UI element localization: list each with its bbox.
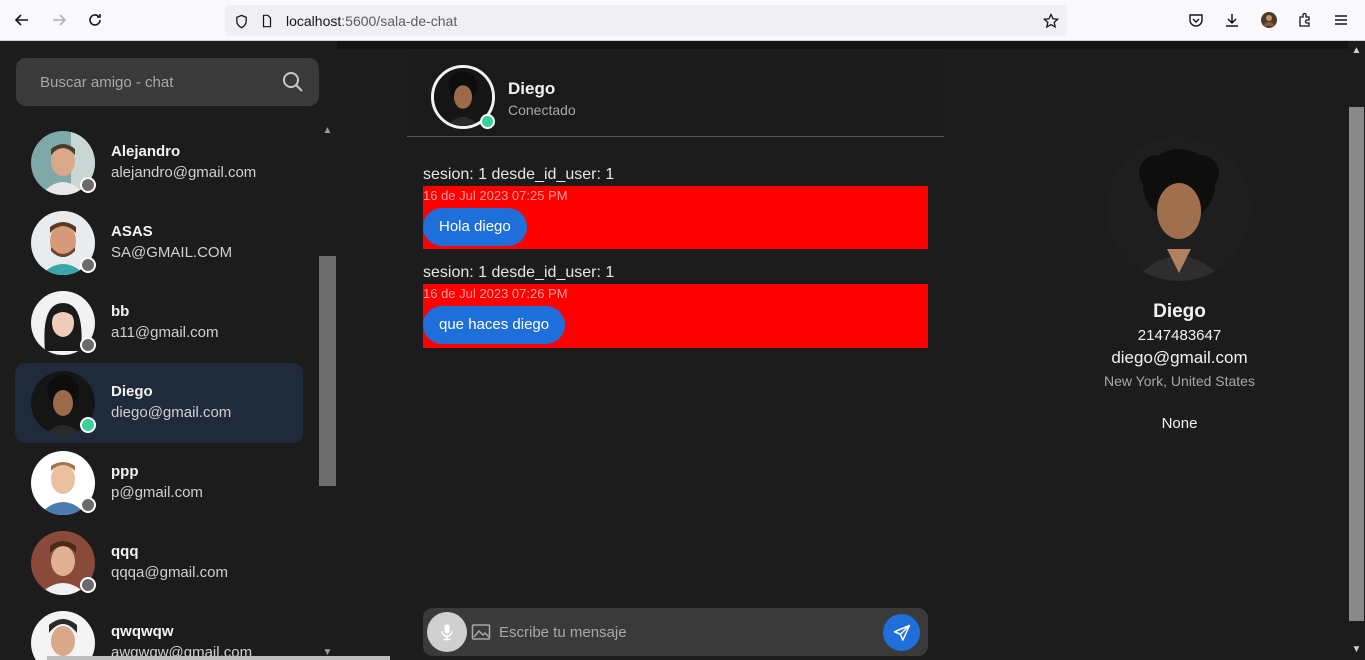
shield-icon[interactable] xyxy=(232,12,250,30)
profile-avatar xyxy=(1107,137,1251,281)
message: 16 de Jul 2023 07:25 PM Hola diego xyxy=(423,186,928,249)
contact-list-scrollbar[interactable]: ▲ ▼ xyxy=(318,123,337,660)
profile-location: New York, United States xyxy=(1104,373,1255,389)
contact-email: a11@gmail.com xyxy=(111,324,219,341)
message-time: 16 de Jul 2023 07:25 PM xyxy=(423,188,568,203)
contact-name: ppp xyxy=(111,463,139,480)
url-bar[interactable]: localhost:5600/sala-de-chat xyxy=(225,5,1067,36)
chat-app: Buscar amigo - chat Alejandro alejandro@… xyxy=(0,41,1365,660)
status-dot-offline xyxy=(80,177,96,193)
contact-item-alejandro[interactable]: Alejandro alejandro@gmail.com xyxy=(15,123,303,203)
extensions-icon[interactable] xyxy=(1295,10,1315,30)
contact-name: ASAS xyxy=(111,223,153,240)
status-dot-online xyxy=(480,114,495,129)
contact-email: qqqa@gmail.com xyxy=(111,564,228,581)
search-placeholder: Buscar amigo - chat xyxy=(40,74,174,91)
page-scrollbar[interactable]: ▲ ▼ xyxy=(1348,41,1365,660)
microphone-icon xyxy=(441,624,453,641)
pocket-icon[interactable] xyxy=(1186,10,1206,30)
url-text: localhost:5600/sala-de-chat xyxy=(286,13,458,29)
message-input[interactable]: Escribe tu mensaje xyxy=(499,624,627,641)
status-dot-offline xyxy=(80,337,96,353)
profile-bio: None xyxy=(1161,415,1198,432)
download-icon[interactable] xyxy=(1222,10,1242,30)
contact-item-bb[interactable]: bb a11@gmail.com xyxy=(15,283,303,363)
contact-email: diego@gmail.com xyxy=(111,404,232,421)
chat-header: Diego Conectado xyxy=(407,55,944,137)
contact-email: SA@GMAIL.COM xyxy=(111,244,233,261)
status-dot-offline xyxy=(80,577,96,593)
scroll-up-icon[interactable]: ▲ xyxy=(318,123,337,137)
menu-icon[interactable] xyxy=(1331,10,1351,30)
scroll-thumb[interactable] xyxy=(319,256,336,486)
reload-icon[interactable] xyxy=(83,8,107,32)
contact-name: qwqwqw xyxy=(111,623,174,640)
message-bubble: Hola diego xyxy=(423,208,527,246)
chat-contact-name: Diego xyxy=(508,79,556,98)
contact-list: Alejandro alejandro@gmail.com ASAS SA@GM… xyxy=(0,123,318,660)
chat-panel: Diego Conectado sesion: 1 desde_id_user:… xyxy=(407,55,944,660)
contact-email: alejandro@gmail.com xyxy=(111,164,257,181)
contact-profile: Diego 2147483647 diego@gmail.com New Yor… xyxy=(994,41,1365,660)
contact-name: Diego xyxy=(111,383,153,400)
contact-name: qqq xyxy=(111,543,139,560)
contact-item-qqq[interactable]: qqq qqqa@gmail.com xyxy=(15,523,303,603)
contact-item-ppp[interactable]: ppp p@gmail.com xyxy=(15,443,303,523)
microphone-button[interactable] xyxy=(427,612,467,652)
message: 16 de Jul 2023 07:26 PM que haces diego xyxy=(423,284,928,348)
contact-name: bb xyxy=(111,303,130,320)
scroll-up-icon[interactable]: ▲ xyxy=(1348,43,1365,57)
contact-item-asas[interactable]: ASAS SA@GMAIL.COM xyxy=(15,203,303,283)
profile-name: Diego xyxy=(1153,301,1206,322)
contact-email: p@gmail.com xyxy=(111,484,203,501)
contact-item-diego[interactable]: Diego diego@gmail.com xyxy=(15,363,303,443)
scroll-down-icon[interactable]: ▼ xyxy=(1348,642,1365,656)
avatar xyxy=(31,611,95,660)
back-icon[interactable] xyxy=(10,8,34,32)
scroll-thumb[interactable] xyxy=(1349,107,1364,621)
status-dot-offline xyxy=(80,257,96,273)
message-time: 16 de Jul 2023 07:26 PM xyxy=(423,286,568,301)
contacts-sidebar: Buscar amigo - chat Alejandro alejandro@… xyxy=(0,41,337,660)
message-bubble: que haces diego xyxy=(423,306,566,344)
search-input[interactable]: Buscar amigo - chat xyxy=(16,58,319,106)
search-icon[interactable] xyxy=(281,70,305,94)
image-upload-icon[interactable] xyxy=(471,622,491,642)
message-composer: Escribe tu mensaje xyxy=(423,608,928,656)
page-icon[interactable] xyxy=(258,12,276,30)
horizontal-scroll-thumb[interactable] xyxy=(47,656,390,660)
send-button[interactable] xyxy=(883,614,920,651)
contact-item-qwqwqw[interactable]: qwqwqw awqwqw@gmail.com xyxy=(15,603,303,660)
bookmark-star-icon[interactable] xyxy=(1042,12,1060,30)
send-icon xyxy=(893,624,910,641)
message-meta: sesion: 1 desde_id_user: 1 xyxy=(423,264,615,281)
account-avatar-icon[interactable] xyxy=(1259,10,1279,30)
forward-icon[interactable] xyxy=(47,8,71,32)
message-meta: sesion: 1 desde_id_user: 1 xyxy=(423,166,615,183)
profile-phone: 2147483647 xyxy=(1137,327,1222,344)
contact-name: Alejandro xyxy=(111,143,181,160)
profile-email: diego@gmail.com xyxy=(1111,348,1248,367)
status-dot-offline xyxy=(80,497,96,513)
chat-contact-status: Conectado xyxy=(508,102,576,118)
browser-toolbar: localhost:5600/sala-de-chat xyxy=(0,0,1365,41)
status-dot-online xyxy=(80,417,96,433)
